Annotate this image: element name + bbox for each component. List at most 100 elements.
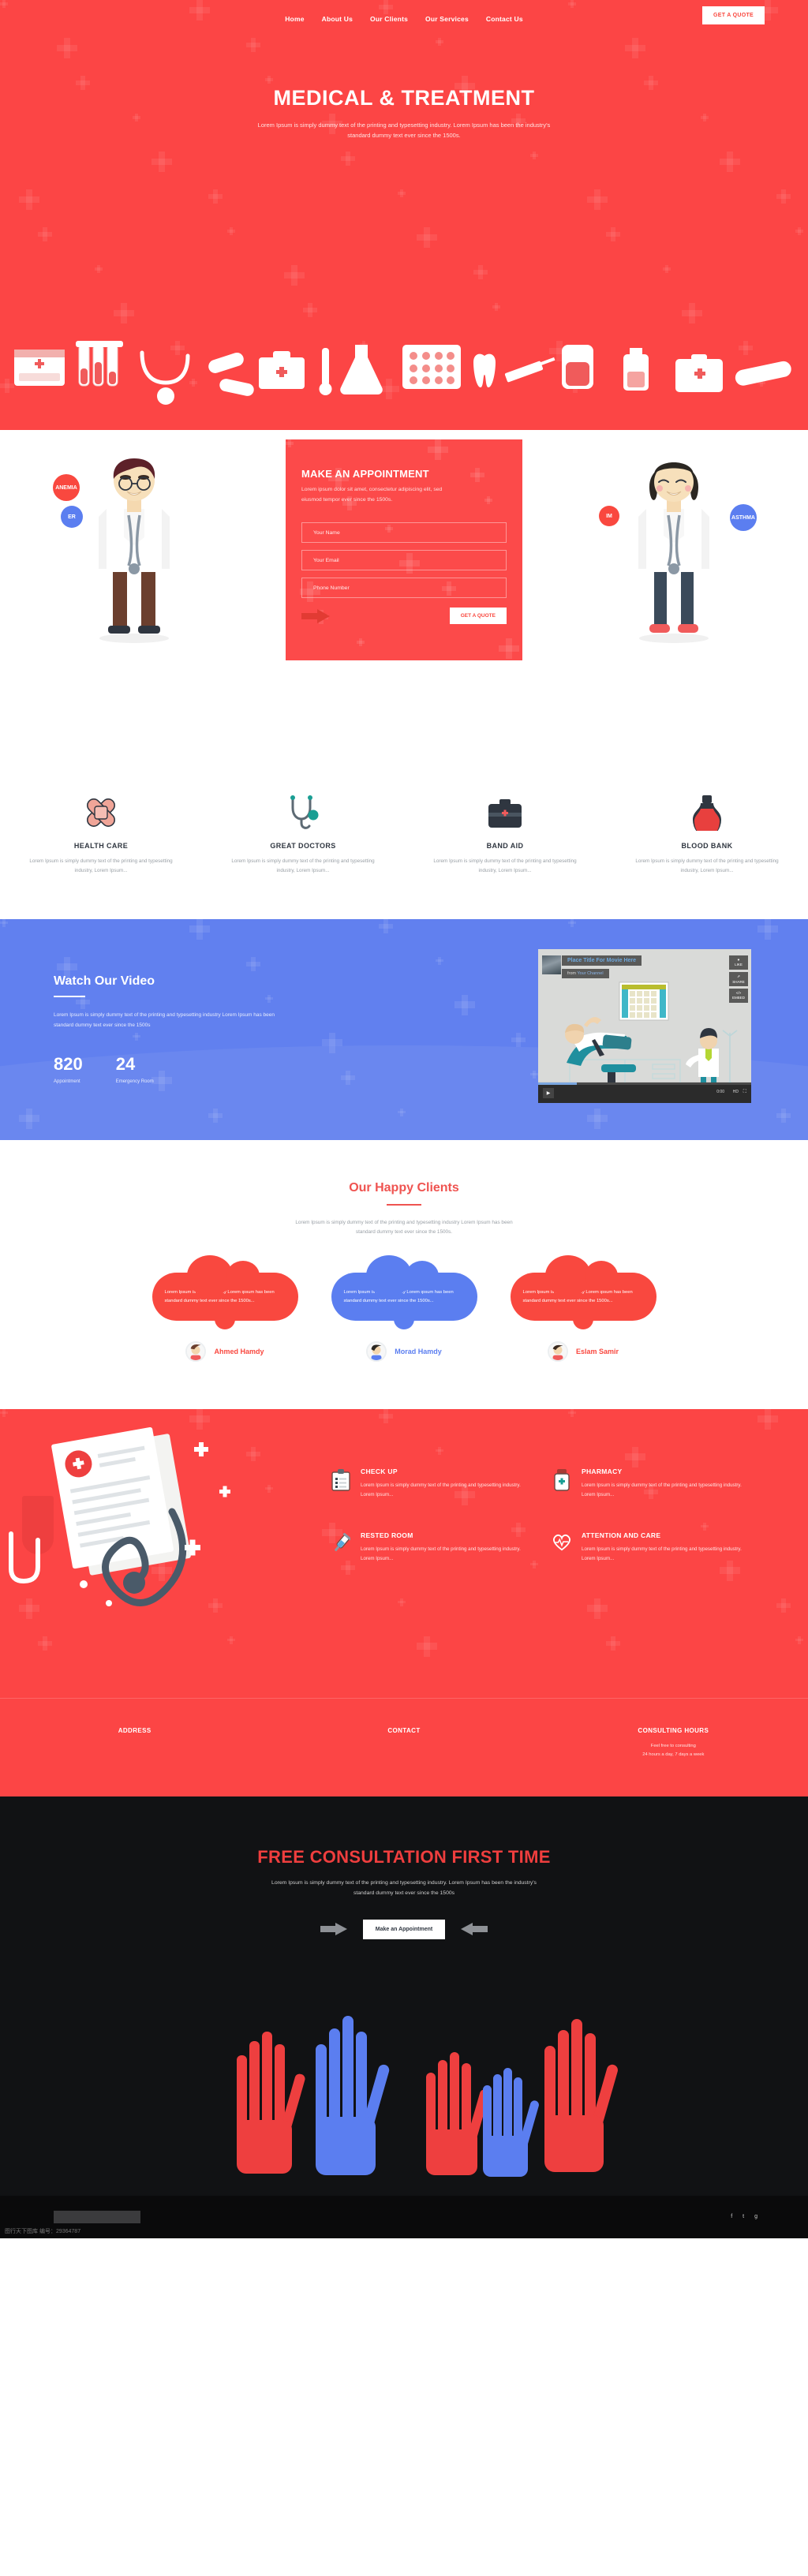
badge-er-label: ER	[68, 514, 76, 520]
video-channel-name[interactable]: Your Channel	[577, 971, 603, 976]
hero-title: MEDICAL & TREATMENT	[273, 86, 535, 110]
video-channel[interactable]: from Your Channel	[562, 968, 609, 978]
client-identity: Eslam Samir	[511, 1340, 656, 1362]
appointment-form-card: MAKE AN APPOINTMENT Lorem ipsum dolor si…	[286, 439, 522, 660]
video-timestamp: 0:00	[716, 1089, 724, 1094]
feature-blood-bank: BLOOD BANK Lorem Ipsum is simply dummy t…	[606, 787, 808, 877]
client-name: Ahmed Hamdy	[214, 1347, 264, 1355]
video-embed-button[interactable]: </> EMBED	[729, 988, 748, 1003]
your-email-input[interactable]: Your Email	[301, 550, 507, 571]
client-quote: Lorem Ipsum is simply dummy Lorem Ipsum …	[522, 1289, 633, 1304]
avatar	[547, 1340, 568, 1362]
consulting-line2: 24 hours a day, 7 days a week	[642, 1752, 705, 1758]
clients-heading-rule	[387, 1203, 421, 1206]
footer-column-title: CONTACT	[387, 1726, 421, 1734]
dark-cta-heading: FREE CONSULTATION FIRST TIME	[257, 1846, 551, 1867]
dark-cta-row: Make an Appointment	[0, 1919, 808, 1939]
hero-section: Home About Us Our Clients Our Services C…	[0, 0, 808, 430]
nav-item-our-clients[interactable]: Our Clients	[370, 15, 408, 23]
dark-cta-section: FREE CONSULTATION FIRST TIME Lorem Ipsum…	[0, 1796, 808, 2238]
facebook-icon[interactable]: f	[731, 2214, 732, 2219]
watermark: 图行天下图库 编号：29364787	[5, 2228, 81, 2234]
heart-icon: ♥	[737, 958, 740, 963]
video-stats: 820 Appointment 24 Emergency Room	[54, 1054, 282, 1084]
hero-medical-items	[0, 304, 808, 430]
clients-intro-line2: standard dummy text ever since the 1500s…	[355, 1229, 453, 1236]
clients-intro: Lorem Ipsum is simply dummy text of the …	[0, 1218, 808, 1238]
make-an-appointment-button[interactable]: Make an Appointment	[362, 1919, 446, 1939]
video-play-button[interactable]: ▶	[543, 1087, 554, 1098]
service-desc: Lorem Ipsum is simply dummy text of the …	[582, 1482, 742, 1497]
nav-item-about-us[interactable]: About Us	[322, 15, 353, 23]
video-title[interactable]: Place Title For Movie Here	[562, 955, 642, 966]
appointment-form-title: MAKE AN APPOINTMENT	[301, 468, 429, 480]
appointment-form-lead: Lorem ipsum dolor sit amet, consectetur …	[301, 485, 507, 505]
client-quote-bubble: Lorem Ipsum is simply dummy Lorem Ipsum …	[331, 1254, 477, 1329]
feature-desc: Lorem Ipsum is simply dummy text of the …	[29, 858, 173, 874]
feature-title: BAND AID	[486, 842, 524, 850]
service-title: CHECK UP	[361, 1467, 398, 1475]
video-side-buttons: ♥ LIKE ⇗ SHARE </> EMBED	[729, 955, 748, 1003]
raised-hands-illustration	[0, 2008, 808, 2182]
features-section: HEALTH CARE Lorem Ipsum is simply dummy …	[0, 753, 808, 919]
arrow-right-icon	[301, 608, 330, 623]
feature-title: BLOOD BANK	[681, 842, 733, 850]
form-get-a-quote-button[interactable]: GET A QUOTE	[449, 608, 507, 625]
feature-title: HEALTH CARE	[73, 842, 129, 850]
client-card: Lorem Ipsum is simply dummy Lorem Ipsum …	[510, 1254, 656, 1362]
fullscreen-icon[interactable]: ⛶	[743, 1090, 746, 1095]
client-card: Lorem Ipsum is simply dummy Lorem Ipsum …	[331, 1254, 477, 1362]
badge-er: ER	[61, 506, 83, 528]
service-desc: Lorem Ipsum is simply dummy text of the …	[582, 1546, 742, 1561]
appointment-section: ANEMIA ER IM ASTHMA MAKE AN APPOINTMENT …	[0, 430, 808, 753]
footer-columns: ADDRESS CONTACT CONSULTING HOURS Feel fr…	[0, 1727, 808, 1760]
avatar	[185, 1340, 207, 1362]
client-identity: Morad Hamdy	[331, 1340, 477, 1362]
service-pharmacy: PHARMACY Lorem Ipsum is simply dummy tex…	[552, 1467, 742, 1500]
clients-heading: Our Happy Clients	[349, 1180, 459, 1195]
video-text-block: Watch Our Video Lorem Ipsum is simply du…	[54, 974, 282, 1084]
nav-item-home[interactable]: Home	[285, 15, 304, 23]
dark-cta-text: Lorem Ipsum is simply dummy text of the …	[0, 1879, 808, 1899]
dark-footer-bar: f t g	[0, 2195, 808, 2238]
footer-column-title: ADDRESS	[118, 1726, 152, 1734]
video-like-label: LIKE	[735, 963, 743, 967]
badge-anemia-label: ANEMIA	[55, 484, 77, 491]
video-progress-bar[interactable]	[538, 1082, 751, 1085]
video-heading: Watch Our Video	[54, 974, 155, 988]
dark-cta-line2: standard dummy text ever since the 1500s	[353, 1890, 455, 1896]
social-links: f t g	[731, 2214, 758, 2219]
video-control-bar: ▶ 0:00 HD ⛶	[538, 1082, 751, 1103]
nav-item-our-services[interactable]: Our Services	[425, 15, 469, 23]
your-name-input[interactable]: Your Name	[301, 522, 507, 544]
video-channel-prefix: from	[567, 970, 576, 976]
red-services-grid: CHECK UP Lorem Ipsum is simply dummy tex…	[331, 1467, 742, 1564]
site-logo[interactable]	[54, 2210, 140, 2223]
video-like-button[interactable]: ♥ LIKE	[729, 955, 748, 970]
nav-item-contact-us[interactable]: Contact Us	[486, 15, 523, 23]
video-share-button[interactable]: ⇗ SHARE	[729, 971, 748, 986]
service-check-up: CHECK UP Lorem Ipsum is simply dummy tex…	[331, 1467, 521, 1500]
pill-bottle-icon	[552, 1467, 571, 1500]
video-embed-label: EMBED	[731, 996, 745, 1000]
get-a-quote-button[interactable]: GET A QUOTE	[701, 6, 765, 24]
bandaid-icon	[21, 787, 181, 831]
phone-number-input[interactable]: Phone Number	[301, 578, 507, 599]
footer-column-contact: CONTACT	[269, 1727, 538, 1760]
video-quality-badge[interactable]: HD	[733, 1090, 739, 1094]
medical-documents-illustration	[9, 1426, 230, 1606]
video-heading-rule	[54, 995, 85, 997]
appointment-lead-line2: eiusmod tempor ever since the 1500s.	[301, 496, 393, 503]
consulting-line1: Feel free to consulting	[650, 1743, 696, 1748]
bubble-tail-icon	[573, 1316, 593, 1329]
video-player[interactable]: Place Title For Movie Here from Your Cha…	[538, 948, 751, 1103]
video-share-label: SHARE	[732, 979, 745, 984]
twitter-icon[interactable]: t	[743, 2214, 744, 2219]
stat-appointment: 820 Appointment	[54, 1054, 83, 1084]
feature-health-care: HEALTH CARE Lorem Ipsum is simply dummy …	[0, 787, 202, 877]
dark-cta-line1: Lorem Ipsum is simply dummy text of the …	[271, 1879, 537, 1886]
google-plus-icon[interactable]: g	[754, 2214, 758, 2219]
service-rested-room: RESTED ROOM Lorem Ipsum is simply dummy …	[331, 1531, 521, 1564]
heart-care-icon	[552, 1531, 571, 1564]
main-nav: Home About Us Our Clients Our Services C…	[0, 0, 808, 36]
